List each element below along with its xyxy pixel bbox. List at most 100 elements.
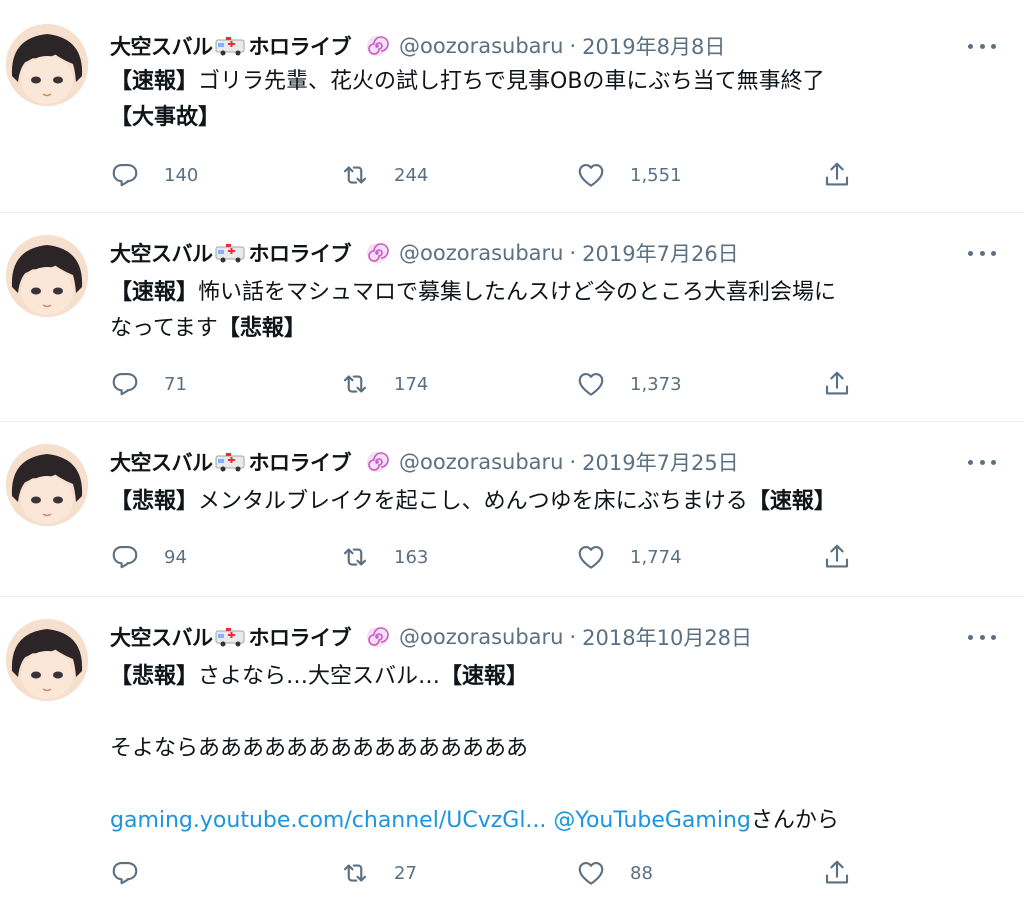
tweet-date[interactable]: 2019年7月25日 — [582, 447, 739, 477]
user-handle[interactable]: @oozorasubaru — [399, 241, 563, 265]
spiral-badge-icon — [365, 450, 389, 474]
separator-dot: · — [569, 625, 577, 649]
tweet-header: 大空スバル ホロライブ @oozorasubaru · 2018年10月28日 — [110, 621, 752, 653]
more-options-icon[interactable] — [968, 627, 996, 647]
share-icon — [825, 860, 849, 884]
retweet-count: 27 — [394, 862, 417, 884]
channel-link[interactable]: gaming.youtube.com/channel/UCvzGl... — [110, 808, 546, 833]
share-button[interactable] — [822, 858, 852, 888]
display-name[interactable]: 大空スバル — [110, 447, 213, 477]
like-count: 88 — [630, 862, 653, 884]
reply-button[interactable]: 140 — [110, 160, 198, 190]
like-count: 1,774 — [630, 546, 682, 568]
heart-icon — [578, 372, 604, 396]
tweet-header: 大空スバル ホロライブ @oozorasubaru · 2019年7月25日 — [110, 446, 739, 478]
ambulance-icon — [214, 626, 248, 648]
ambulance-icon — [214, 451, 248, 473]
tweet-text: 【悲報】さよなら…大空スバル…【速報】 そよならあああああああああああああああ … — [110, 659, 990, 839]
avatar-image — [6, 619, 88, 701]
avatar[interactable] — [6, 619, 88, 701]
more-options-icon[interactable] — [968, 452, 996, 472]
tweet[interactable]: 大空スバル ホロライブ @oozorasubaru · 2018年10月28日 … — [0, 597, 1024, 911]
spiral-badge-icon — [365, 625, 389, 649]
share-icon — [825, 371, 849, 395]
retweet-button[interactable]: 27 — [340, 858, 417, 888]
link-suffix: さんから — [750, 808, 839, 833]
tweet-date[interactable]: 2018年10月28日 — [582, 622, 752, 652]
tweet[interactable]: 大空スバル ホロライブ @oozorasubaru · 2019年7月26日 【… — [0, 213, 1024, 422]
heart-icon — [578, 163, 604, 187]
share-button[interactable] — [822, 160, 852, 190]
user-handle[interactable]: @oozorasubaru — [399, 34, 563, 58]
mention-link[interactable]: @YouTubeGaming — [553, 808, 750, 833]
affiliation-name: ホロライブ — [248, 451, 352, 475]
reply-icon — [112, 545, 138, 569]
like-button[interactable]: 1,774 — [576, 542, 682, 572]
spiral-badge-icon — [365, 241, 389, 265]
tweet[interactable]: 大空スバル ホロライブ @oozorasubaru · 2019年8月8日 【速… — [0, 0, 1024, 213]
retweet-button[interactable]: 174 — [340, 369, 428, 399]
avatar[interactable] — [6, 24, 88, 106]
separator-dot: · — [569, 241, 577, 265]
user-handle[interactable]: @oozorasubaru — [399, 625, 563, 649]
separator-dot: · — [569, 34, 577, 58]
reply-count: 140 — [164, 164, 199, 186]
tweet-text-line: そよならあああああああああああああああ — [110, 736, 529, 761]
tweet-header: 大空スバル ホロライブ @oozorasubaru · 2019年8月8日 — [110, 30, 725, 62]
tweet-text: 【悲報】メンタルブレイクを起こし、めんつゆを床にぶちまける【速報】 — [110, 484, 990, 520]
retweet-icon — [343, 548, 367, 566]
reply-count: 94 — [164, 546, 187, 568]
heart-icon — [578, 545, 604, 569]
tweet-actions: 94 163 1,774 — [110, 542, 870, 572]
tweet-text: 【速報】怖い話をマシュマロで募集したんスけど今のところ大喜利会場に なってます【… — [110, 275, 990, 347]
reply-button[interactable] — [110, 858, 164, 888]
retweet-button[interactable]: 163 — [340, 542, 428, 572]
reply-icon — [112, 372, 138, 396]
display-name[interactable]: 大空スバル — [110, 622, 213, 652]
like-button[interactable]: 1,373 — [576, 369, 682, 399]
tweet-text-line: ゴリラ先輩、花火の試し打ちで見事OBの車にぶち当て無事終了 — [198, 69, 825, 94]
share-icon — [825, 544, 849, 568]
display-name[interactable]: 大空スバル — [110, 238, 213, 268]
reply-icon — [112, 861, 138, 885]
share-button[interactable] — [822, 369, 852, 399]
tweet[interactable]: 大空スバル ホロライブ @oozorasubaru · 2019年7月25日 【… — [0, 422, 1024, 597]
reply-button[interactable]: 94 — [110, 542, 187, 572]
share-icon — [825, 162, 849, 186]
avatar-image — [6, 235, 88, 317]
user-handle[interactable]: @oozorasubaru — [399, 450, 563, 474]
spiral-badge-icon — [365, 34, 389, 58]
ambulance-icon — [214, 242, 248, 264]
tweet-tag: 【速報】 — [440, 664, 529, 689]
retweet-icon — [343, 375, 367, 393]
share-button[interactable] — [822, 542, 852, 572]
tweet-date[interactable]: 2019年8月8日 — [582, 31, 725, 61]
avatar-image — [6, 24, 88, 106]
avatar[interactable] — [6, 235, 88, 317]
tweet-tag: 【大事故】 — [110, 105, 221, 130]
retweet-count: 244 — [394, 164, 429, 186]
tweet-text-line: さよなら…大空スバル… — [198, 664, 441, 689]
tweet-date[interactable]: 2019年7月26日 — [582, 238, 739, 268]
tweet-timeline: 大空スバル ホロライブ @oozorasubaru · 2019年8月8日 【速… — [0, 0, 1024, 911]
like-button[interactable]: 88 — [576, 858, 653, 888]
reply-button[interactable]: 71 — [110, 369, 187, 399]
retweet-button[interactable]: 244 — [340, 160, 428, 190]
avatar-image — [6, 444, 88, 526]
tweet-tag: 【悲報】 — [110, 489, 199, 514]
avatar[interactable] — [6, 444, 88, 526]
like-button[interactable]: 1,551 — [576, 160, 682, 190]
tweet-actions: 71 174 1,373 — [110, 369, 870, 399]
separator-dot: · — [569, 450, 577, 474]
tweet-tag: 【速報】 — [747, 489, 836, 514]
reply-count: 71 — [164, 373, 187, 395]
affiliation-name: ホロライブ — [248, 242, 352, 266]
more-options-icon[interactable] — [968, 243, 996, 263]
heart-icon — [578, 861, 604, 885]
more-options-icon[interactable] — [968, 36, 996, 56]
display-name[interactable]: 大空スバル — [110, 31, 213, 61]
tweet-actions: 140 244 1,551 — [110, 160, 870, 190]
tweet-tag: 【悲報】 — [110, 664, 199, 689]
tweet-text-line: なってます — [110, 316, 218, 341]
ambulance-icon — [214, 35, 248, 57]
